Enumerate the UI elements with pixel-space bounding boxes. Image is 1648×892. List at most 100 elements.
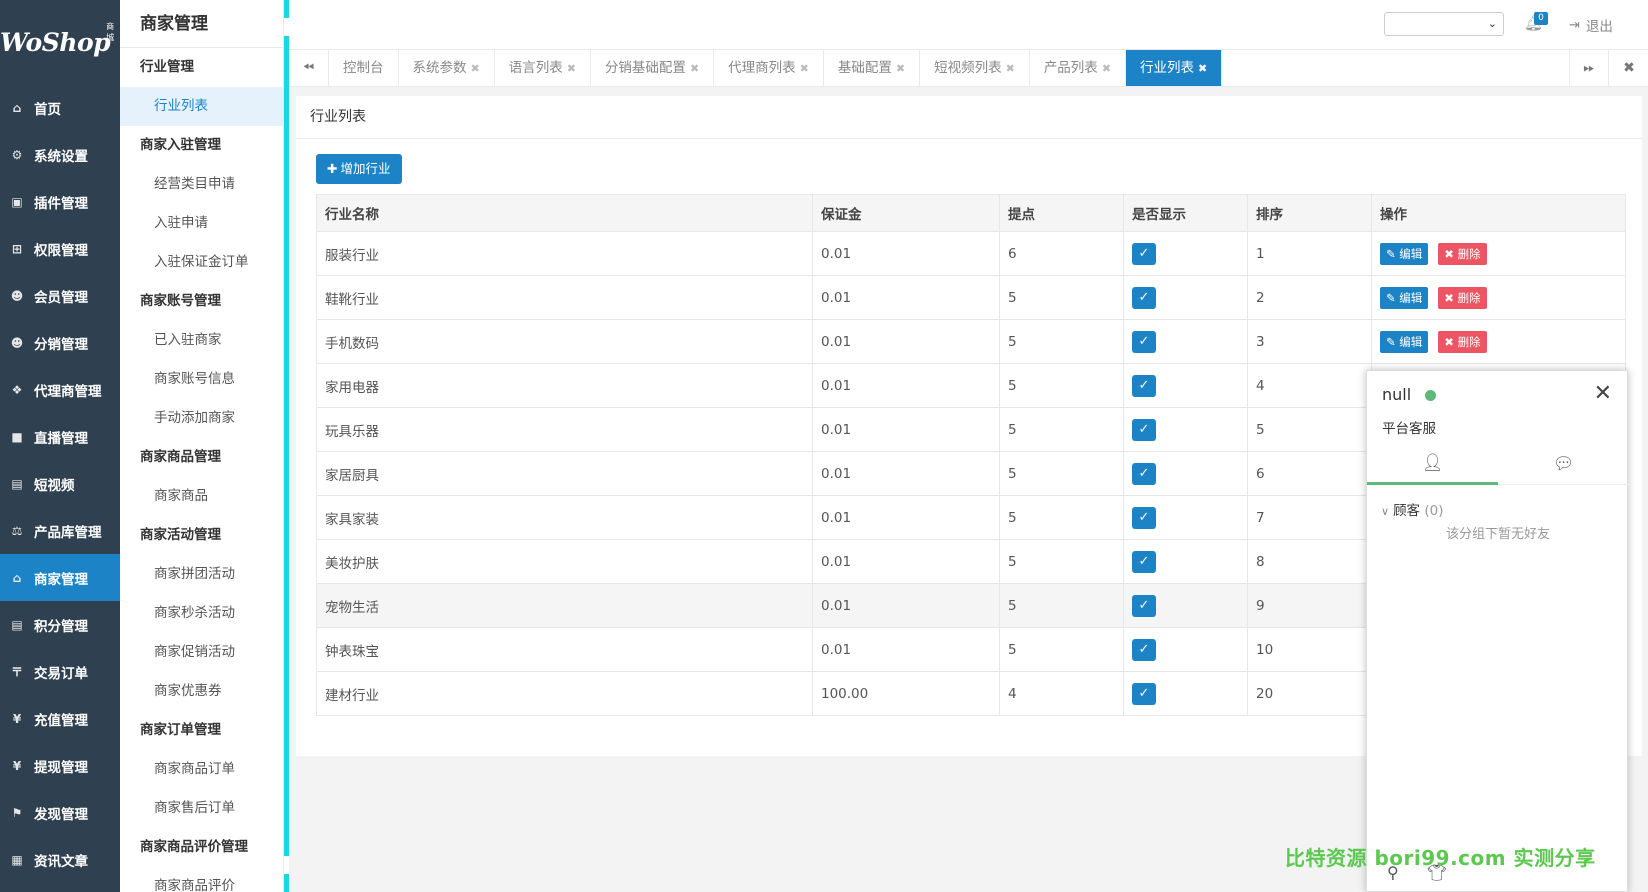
visible-checkbox[interactable]: ✓	[1132, 286, 1156, 309]
film-file-icon: ▤	[11, 476, 23, 491]
nav-item-3[interactable]: ⊞ 权限管理	[0, 225, 120, 272]
visible-checkbox[interactable]: ✓	[1132, 506, 1156, 529]
edit-button[interactable]: ✎ 编辑	[1380, 286, 1429, 309]
tab-item[interactable]: 短视频列表 ✖	[920, 50, 1030, 86]
nav-item-13[interactable]: ¥ 充值管理	[0, 695, 120, 742]
file-icon: ▤	[11, 617, 23, 632]
cell-deposit: 100.00	[812, 671, 1000, 716]
sub-nav-item[interactable]: 入驻保证金订单	[120, 243, 283, 282]
nav-item-10[interactable]: ⌂ 商家管理	[0, 554, 120, 601]
sub-nav-item[interactable]: 商家商品	[120, 477, 283, 516]
visible-checkbox[interactable]: ✓	[1132, 330, 1156, 353]
delete-button[interactable]: ✖ 删除	[1438, 286, 1487, 309]
visible-checkbox[interactable]: ✓	[1132, 594, 1156, 617]
nav-item-11[interactable]: ▤ 积分管理	[0, 601, 120, 648]
visible-checkbox[interactable]: ✓	[1132, 638, 1156, 661]
cell-visible: ✓	[1123, 363, 1248, 408]
nav-item-5[interactable]: ☻ 分销管理	[0, 319, 120, 366]
add-industry-button[interactable]: ✚ 增加行业	[316, 154, 402, 184]
plus-icon: ✚	[327, 161, 338, 176]
delete-button[interactable]: ✖ 删除	[1438, 330, 1487, 353]
sub-nav-item[interactable]: 商家优惠券	[120, 672, 283, 711]
nav-item-2[interactable]: ▣ 插件管理	[0, 178, 120, 225]
sub-nav-item[interactable]: 商家秒杀活动	[120, 594, 283, 633]
nav-item-9[interactable]: ⚖ 产品库管理	[0, 507, 120, 554]
cell-sort: 7	[1247, 495, 1372, 540]
sub-nav-item[interactable]: 商家促销活动	[120, 633, 283, 672]
sub-nav-item[interactable]: 入驻申请	[120, 204, 283, 243]
visible-checkbox[interactable]: ✓	[1132, 462, 1156, 485]
nav-item-7[interactable]: ■ 直播管理	[0, 413, 120, 460]
cell-sort: 5	[1247, 407, 1372, 452]
visible-checkbox[interactable]: ✓	[1132, 418, 1156, 441]
sub-nav-item[interactable]: 经营类目申请	[120, 165, 283, 204]
nav-item-4[interactable]: ☻ 会员管理	[0, 272, 120, 319]
plugin-icon: ▣	[11, 194, 23, 209]
scrollbar-thumb-bottom[interactable]	[284, 856, 289, 874]
sub-nav-item[interactable]: 已入驻商家	[120, 321, 283, 360]
tab-item[interactable]: 系统参数 ✖	[399, 50, 495, 86]
sidebar-scrollbar[interactable]	[284, 0, 289, 892]
sub-nav-item[interactable]: 商家账号信息	[120, 360, 283, 399]
nav-item-0[interactable]: ⌂ 首页	[0, 84, 120, 131]
sub-nav-item[interactable]: 商家商品订单	[120, 750, 283, 789]
tab-scroll-left-button[interactable]: ⏪︎	[289, 50, 329, 86]
nav-item-label: 系统设置	[34, 148, 88, 165]
tab-label: 产品列表	[1043, 60, 1098, 76]
tab-item[interactable]: 代理商列表 ✖	[714, 50, 824, 86]
tab-close-icon[interactable]: ✖	[896, 62, 905, 75]
nav-item-16[interactable]: ▦ 资讯文章	[0, 836, 120, 883]
nav-item-12[interactable]: 〒交易订单	[0, 648, 120, 695]
sub-nav-item[interactable]: 商家拼团活动	[120, 555, 283, 594]
tab-close-icon[interactable]: ✖	[1006, 62, 1015, 75]
visible-checkbox[interactable]: ✓	[1132, 242, 1156, 265]
visible-checkbox[interactable]: ✓	[1132, 374, 1156, 397]
tab-close-icon[interactable]: ✖	[1102, 62, 1111, 75]
chat-tab-messages[interactable]: 💬︎	[1498, 443, 1629, 485]
logout-button[interactable]: ⇥ 退出	[1569, 15, 1613, 36]
tab-item[interactable]: 语言列表 ✖	[495, 50, 591, 86]
tab-label: 控制台	[343, 60, 384, 76]
tab-item[interactable]: 行业列表 ✖	[1126, 50, 1223, 86]
nav-item-1[interactable]: ⚙ 系统设置	[0, 131, 120, 178]
close-tabs-button[interactable]: ✖	[1609, 50, 1648, 86]
tab-close-icon[interactable]: ✖	[471, 62, 480, 75]
nav-item-label: 产品库管理	[34, 524, 102, 541]
cell-actions: ✎ 编辑 ✖ 删除	[1371, 275, 1626, 320]
edit-button[interactable]: ✎ 编辑	[1380, 242, 1429, 265]
tab-item[interactable]: 基础配置 ✖	[824, 50, 921, 86]
tab-close-icon[interactable]: ✖	[1198, 62, 1207, 75]
tab-close-icon[interactable]: ✖	[690, 62, 699, 75]
visible-checkbox[interactable]: ✓	[1132, 550, 1156, 573]
tab-item[interactable]: 产品列表 ✖	[1030, 50, 1127, 86]
visible-checkbox[interactable]: ✓	[1132, 682, 1156, 705]
chat-group-customers[interactable]: ∨ 顾客 (0)	[1381, 499, 1443, 519]
edit-button[interactable]: ✎ 编辑	[1380, 330, 1429, 353]
tab-item[interactable]: 控制台	[329, 50, 399, 86]
table-row: 服装行业 0.01 6 ✓ 1 ✎ 编辑 ✖ 删除	[316, 231, 1626, 276]
cell-commission: 5	[999, 407, 1124, 452]
sub-nav-item[interactable]: 手动添加商家	[120, 399, 283, 438]
nav-item-8[interactable]: ▤ 短视频	[0, 460, 120, 507]
tab-item[interactable]: 分销基础配置 ✖	[591, 50, 715, 86]
chat-close-button[interactable]: ✕	[1594, 381, 1612, 406]
nav-item-6[interactable]: ❖ 代理商管理	[0, 366, 120, 413]
chat-tab-contacts[interactable]: 👤︎	[1367, 443, 1498, 485]
cell-visible: ✓	[1123, 495, 1248, 540]
tab-close-icon[interactable]: ✖	[567, 62, 576, 75]
tab-close-icon[interactable]: ✖	[800, 62, 809, 75]
delete-button[interactable]: ✖ 删除	[1438, 242, 1487, 265]
cell-deposit: 0.01	[812, 451, 1000, 496]
language-select[interactable]: ⌄	[1384, 12, 1504, 36]
nav-item-label: 发现管理	[34, 806, 88, 823]
sub-nav-item[interactable]: 商家商品评价	[120, 867, 283, 892]
sub-nav-item[interactable]: 商家售后订单	[120, 789, 283, 828]
nav-item-14[interactable]: ¥ 提现管理	[0, 742, 120, 789]
cell-sort: 3	[1247, 319, 1372, 364]
cell-deposit: 0.01	[812, 275, 1000, 320]
delete-label: 删除	[1457, 246, 1481, 261]
nav-item-15[interactable]: ⚑ 发现管理	[0, 789, 120, 836]
sub-nav-item[interactable]: 行业列表	[120, 87, 283, 126]
tab-label: 代理商列表	[728, 60, 796, 76]
tab-scroll-right-button[interactable]: ⏩︎	[1569, 50, 1609, 86]
